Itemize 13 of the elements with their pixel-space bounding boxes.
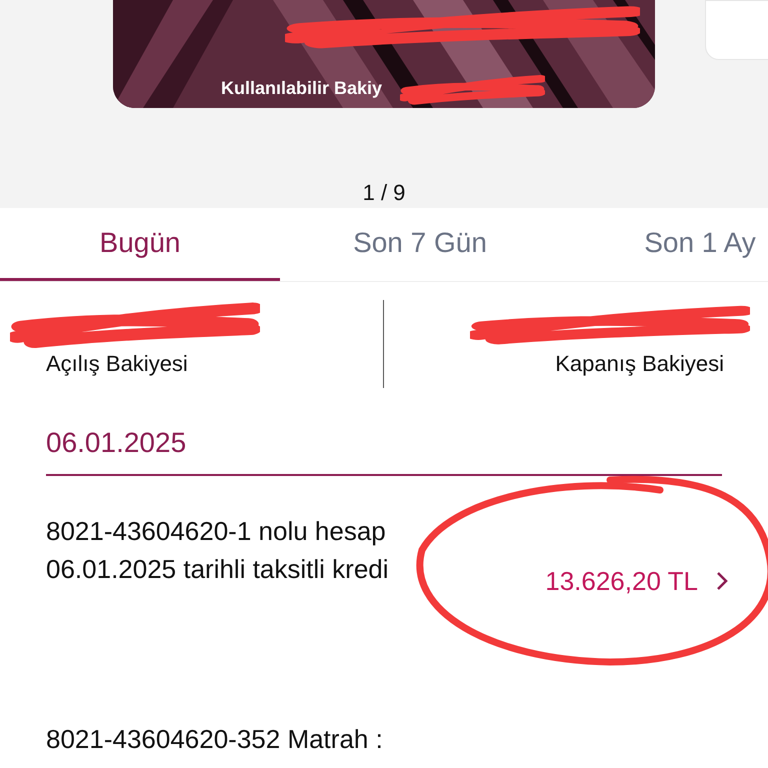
chevron-icon <box>716 571 728 591</box>
balance-label: Açılış Bakiyesi <box>46 350 188 378</box>
period-tab[interactable]: Son 7 Gün <box>280 208 560 281</box>
transaction-amount[interactable]: 13.626,20 TL <box>545 562 728 600</box>
transaction-description: 8021-43604620-352 Matrah : <box>46 723 384 756</box>
next-card[interactable] <box>705 0 768 60</box>
balance-caption: Kullanılabilir Bakiy <box>221 77 382 100</box>
date-header: 06.01.2025 <box>46 427 186 458</box>
balance-label: Kapanış Bakiyesi <box>555 350 724 378</box>
period-tab[interactable]: Son 1 Ay <box>560 208 768 281</box>
transaction-description: 8021-43604620-1 nolu hesap 06.01.2025 tarihli taksitli kredi <box>46 515 390 586</box>
period-tab[interactable]: Bugün <box>0 208 280 281</box>
page-indicator: 1 / 9 <box>362 180 406 205</box>
